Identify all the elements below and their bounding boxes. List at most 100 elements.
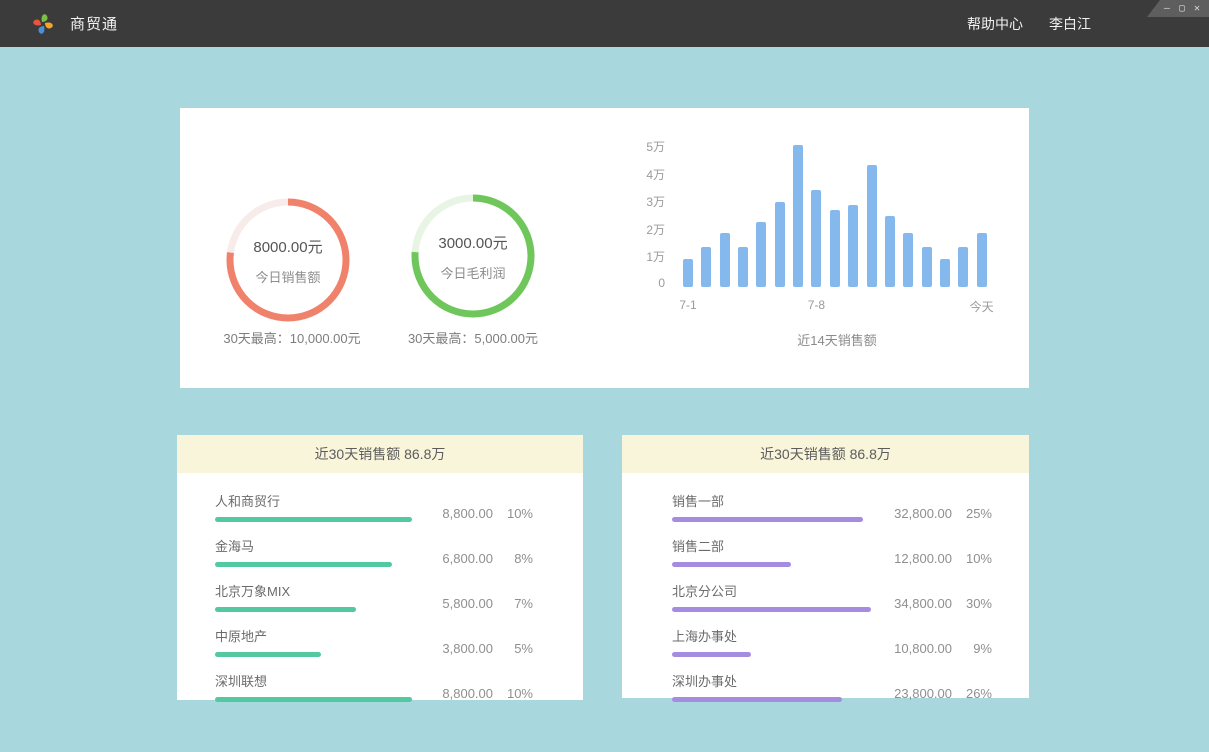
rank-row: 销售一部 32,800.0025% <box>672 491 992 522</box>
y-axis: 5万 4万 3万 2万 1万 0 <box>635 138 665 298</box>
rank-row: 深圳联想 8,800.0010% <box>215 671 533 702</box>
window-controls: — ▢ ✕ <box>1147 0 1209 17</box>
app-title: 商贸通 <box>70 13 118 34</box>
x-tick-label: 今天 <box>970 298 994 315</box>
rank-row: 销售二部 12,800.0010% <box>672 536 992 567</box>
rank-item-name: 金海马 <box>215 536 392 555</box>
rank-item-percent: 5% <box>493 641 533 656</box>
rank-item-value: 6,800.008% <box>427 551 533 567</box>
rank-item-bar <box>215 517 412 522</box>
daily-sales-bar <box>885 216 895 287</box>
y-tick-label: 0 <box>658 276 665 290</box>
y-tick-label: 5万 <box>646 138 665 155</box>
rank-item-name: 深圳办事处 <box>672 671 842 690</box>
rank-item-value: 10,800.009% <box>886 641 992 657</box>
rank-row: 上海办事处10,800.009% <box>672 626 992 657</box>
help-center-link[interactable]: 帮助中心 <box>967 14 1023 34</box>
rank-item-value: 12,800.0010% <box>886 551 992 567</box>
rank-item-bar <box>215 652 321 657</box>
rank-item-bar <box>672 562 791 567</box>
rank-row: 北京分公司 34,800.0030% <box>672 581 992 612</box>
rank-item-bar <box>215 697 412 702</box>
close-icon[interactable]: ✕ <box>1194 4 1200 14</box>
daily-sales-bar <box>811 190 821 287</box>
rank-item-value: 8,800.0010% <box>427 506 533 522</box>
rank-row: 人和商贸行 8,800.0010% <box>215 491 533 522</box>
daily-sales-bar <box>977 233 987 287</box>
rank-item-percent: 8% <box>493 551 533 566</box>
rank-item-amount: 8,800.00 <box>427 686 493 701</box>
rank-item-amount: 10,800.00 <box>886 641 952 656</box>
x-axis: 7-17-8今天 <box>683 298 991 314</box>
department-sales-rank-card: 近30天销售额 86.8万 销售一部 32,800.0025% 销售二部 12,800… <box>622 435 1029 698</box>
rank-item-name: 销售二部 <box>672 536 791 555</box>
today-profit-label: 今日毛利润 <box>440 263 505 282</box>
rank-item-amount: 34,800.00 <box>886 596 952 611</box>
daily-sales-bar <box>922 247 932 287</box>
customer-sales-rank-card: 近30天销售额 86.8万 人和商贸行8,800.0010%金海马6,800.0… <box>177 435 583 700</box>
rank-item-bar <box>672 697 842 702</box>
y-tick-label: 3万 <box>646 193 665 210</box>
rank-item-bar <box>215 607 356 612</box>
minimize-icon[interactable]: — <box>1164 4 1170 14</box>
rank-item-name: 人和商贸行 <box>215 491 412 510</box>
rank-item-amount: 5,800.00 <box>427 596 493 611</box>
titlebar: 商贸通 帮助中心 李白江 — ▢ ✕ <box>0 0 1209 47</box>
daily-sales-bar <box>940 259 950 287</box>
rank-item-value: 32,800.0025% <box>886 506 992 522</box>
department-rank-list: 销售一部 32,800.0025% 销售二部 12,800.0010% 北京分公司 34,… <box>622 473 1029 702</box>
rank-item-value: 8,800.0010% <box>427 686 533 702</box>
department-rank-title: 近30天销售额 86.8万 <box>622 435 1029 473</box>
rank-item-percent: 26% <box>952 686 992 701</box>
rank-item-amount: 32,800.00 <box>886 506 952 521</box>
daily-sales-bar <box>683 259 693 287</box>
rank-row: 深圳办事处 23,800.0026% <box>672 671 992 702</box>
rank-item-amount: 3,800.00 <box>427 641 493 656</box>
y-tick-label: 4万 <box>646 166 665 183</box>
rank-item-name: 北京万象MIX <box>215 581 356 600</box>
rank-item-percent: 30% <box>952 596 992 611</box>
rank-item-percent: 7% <box>493 596 533 611</box>
rank-item-percent: 10% <box>493 686 533 701</box>
daily-sales-bar <box>775 202 785 287</box>
daily-sales-bar <box>738 247 748 287</box>
daily-sales-bar <box>756 222 766 287</box>
rank-item-name: 中原地产 <box>215 626 321 645</box>
rank-item-percent: 25% <box>952 506 992 521</box>
y-tick-label: 2万 <box>646 221 665 238</box>
daily-sales-bar <box>867 165 877 287</box>
user-name-menu[interactable]: 李白江 <box>1049 14 1091 34</box>
rank-item-bar <box>215 562 392 567</box>
rank-item-name: 销售一部 <box>672 491 863 510</box>
rank-item-value: 23,800.0026% <box>886 686 992 702</box>
rank-item-value: 3,800.005% <box>427 641 533 657</box>
today-profit-30day-max: 30天最高：5,000.00元 <box>363 328 583 347</box>
pinwheel-logo-icon <box>30 11 56 37</box>
rank-row: 中原地产 3,800.005% <box>215 626 533 657</box>
rank-item-amount: 12,800.00 <box>886 551 952 566</box>
rank-item-value: 34,800.0030% <box>886 596 992 612</box>
rank-item-bar <box>672 652 751 657</box>
today-sales-label: 今日销售额 <box>255 267 320 286</box>
rank-item-name: 深圳联想 <box>215 671 412 690</box>
x-tick-label: 7-8 <box>808 298 825 312</box>
rank-item-percent: 9% <box>952 641 992 656</box>
rank-item-name: 北京分公司 <box>672 581 871 600</box>
bar-plot-area <box>683 145 991 287</box>
today-sales-value: 8000.00元 <box>253 236 322 257</box>
daily-sales-bar <box>830 210 840 287</box>
rank-item-amount: 8,800.00 <box>427 506 493 521</box>
customer-rank-title: 近30天销售额 86.8万 <box>177 435 583 473</box>
rank-item-percent: 10% <box>952 551 992 566</box>
summary-card: 8000.00元 今日销售额 30天最高：10,000.00元 3000.00元… <box>180 108 1029 388</box>
bar-chart-title: 近14天销售额 <box>683 330 991 349</box>
daily-sales-bar <box>848 205 858 287</box>
rank-row: 北京万象MIX 5,800.007% <box>215 581 533 612</box>
rank-item-value: 5,800.007% <box>427 596 533 612</box>
today-profit-value: 3000.00元 <box>438 232 507 253</box>
maximize-icon[interactable]: ▢ <box>1179 4 1185 14</box>
rank-item-amount: 23,800.00 <box>886 686 952 701</box>
daily-sales-bar <box>958 247 968 287</box>
rank-item-percent: 10% <box>493 506 533 521</box>
y-tick-label: 1万 <box>646 248 665 265</box>
